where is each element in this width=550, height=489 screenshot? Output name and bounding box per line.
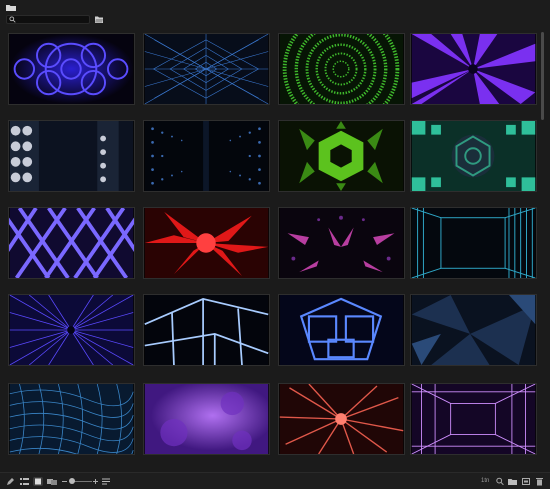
blue-ray-tunnel-visual xyxy=(9,295,134,365)
violet-nebula-visual xyxy=(144,384,269,454)
zoom-slider-handle[interactable] xyxy=(69,478,75,484)
zoom-out-icon[interactable] xyxy=(62,477,68,486)
pink-bead-visual xyxy=(279,208,404,278)
grid-tunnel-visual xyxy=(144,34,269,104)
thumb-17[interactable] xyxy=(8,383,135,455)
thumb-13[interactable] xyxy=(8,294,135,366)
thumb-3[interactable] xyxy=(278,33,405,105)
thumb-8[interactable] xyxy=(410,120,537,192)
menu-icon[interactable] xyxy=(102,477,110,486)
dot-corridor-visual xyxy=(144,121,269,191)
scrollbar[interactable] xyxy=(540,30,546,470)
search-input[interactable] xyxy=(19,16,87,23)
thumbnail-grid xyxy=(0,30,540,470)
thumb-5[interactable] xyxy=(8,120,135,192)
settings-icon[interactable] xyxy=(522,477,530,486)
edit-icon[interactable] xyxy=(6,477,15,486)
purple-spiral-visual xyxy=(411,34,536,104)
thumb-20[interactable] xyxy=(410,383,537,455)
wave-mesh-visual xyxy=(9,384,134,454)
green-hexagon-visual xyxy=(279,121,404,191)
folder-icon[interactable] xyxy=(6,4,16,11)
search-field[interactable] xyxy=(6,15,90,24)
dark-shards-visual xyxy=(411,295,536,365)
filmstrip-view-icon[interactable] xyxy=(47,477,57,486)
thumb-7[interactable] xyxy=(278,120,405,192)
thumb-1[interactable] xyxy=(8,33,135,105)
zoom-in-icon[interactable] xyxy=(93,477,99,486)
thumb-14[interactable] xyxy=(143,294,270,366)
trash-icon[interactable] xyxy=(536,477,543,486)
thumb-19[interactable] xyxy=(278,383,405,455)
search-icon xyxy=(9,16,16,23)
green-rings-visual xyxy=(279,34,404,104)
bottom-toolbar: 1tn xyxy=(0,472,550,489)
cyan-room-visual xyxy=(411,208,536,278)
search-icon[interactable] xyxy=(496,477,504,486)
thumb-18[interactable] xyxy=(143,383,270,455)
neon-cube-visual xyxy=(144,295,269,365)
white-spheres-visual xyxy=(9,121,134,191)
teal-kaleidoscope-visual xyxy=(411,121,536,191)
thumb-6[interactable] xyxy=(143,120,270,192)
violet-room-visual xyxy=(411,384,536,454)
thumb-9[interactable] xyxy=(8,207,135,279)
thumb-15[interactable] xyxy=(278,294,405,366)
red-fiber-visual xyxy=(279,384,404,454)
top-toolbar xyxy=(0,0,550,30)
violet-lattice-visual xyxy=(9,208,134,278)
red-crystal-visual xyxy=(144,208,269,278)
thumb-2[interactable] xyxy=(143,33,270,105)
list-view-icon[interactable] xyxy=(20,477,29,486)
thumb-10[interactable] xyxy=(143,207,270,279)
neon-pentagon-visual xyxy=(279,295,404,365)
thumb-16[interactable] xyxy=(410,294,537,366)
new-folder-icon[interactable] xyxy=(508,477,517,486)
thumb-4[interactable] xyxy=(410,33,537,105)
thumb-12[interactable] xyxy=(410,207,537,279)
grid-view-icon[interactable] xyxy=(33,477,43,486)
thumb-11[interactable] xyxy=(278,207,405,279)
scrollbar-thumb[interactable] xyxy=(541,32,544,120)
count-label: 1tn xyxy=(481,478,490,484)
folder-open-icon[interactable] xyxy=(95,16,103,23)
kaleidoscope-visual xyxy=(9,34,134,104)
